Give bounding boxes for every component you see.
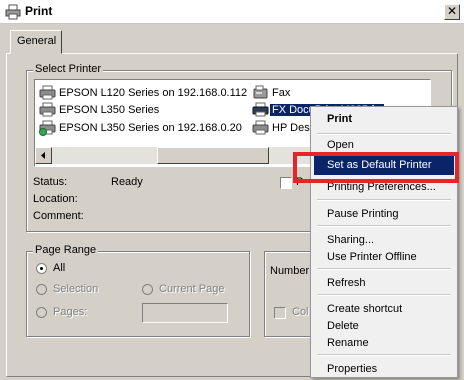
print-to-file-checkbox[interactable] — [280, 177, 292, 189]
current-page-radio[interactable] — [142, 284, 153, 295]
menu-item-create-shortcut[interactable]: Create shortcut — [327, 303, 402, 315]
pages-input[interactable] — [142, 303, 228, 323]
pages-label: Pages: — [53, 306, 88, 318]
title-bar: Print ✕ — [0, 0, 464, 24]
pages-radio[interactable] — [36, 307, 47, 318]
menu-item-refresh[interactable]: Refresh — [327, 277, 366, 289]
page-range-legend: Page Range — [33, 244, 99, 256]
printer-label: EPSON L350 Series — [59, 104, 160, 116]
status-value: Ready — [111, 176, 143, 188]
window-title: Print — [25, 4, 53, 18]
printer-context-menu: Print Open Set as Default Printer Printi… — [310, 106, 458, 378]
menu-item-open[interactable]: Open — [327, 139, 354, 151]
printer-icon — [5, 4, 21, 20]
menu-separator — [317, 294, 451, 296]
printer-icon — [39, 102, 56, 117]
printer-label: EPSON L350 Series on 192.168.0.20 — [59, 122, 242, 134]
menu-item-properties[interactable]: Properties — [327, 363, 377, 375]
close-icon: ✕ — [446, 4, 458, 18]
comment-label: Comment: — [33, 210, 84, 222]
printer-icon — [39, 85, 56, 100]
select-printer-legend: Select Printer — [33, 63, 104, 75]
close-button[interactable]: ✕ — [444, 4, 460, 20]
menu-separator — [317, 133, 451, 135]
menu-separator — [317, 354, 451, 356]
number-of-copies-label: Number — [270, 265, 310, 277]
printer-label: Fax — [272, 87, 291, 99]
menu-item-delete[interactable]: Delete — [327, 320, 359, 332]
scroll-thumb[interactable] — [157, 147, 269, 164]
tab-general-label: General — [17, 35, 57, 47]
selection-label: Selection — [53, 283, 99, 295]
scroll-left-button[interactable] — [35, 147, 52, 164]
all-label: All — [53, 262, 66, 274]
status-label: Status: — [33, 176, 68, 188]
highlight-annotation-box — [293, 152, 459, 183]
printer-label: HP Desk — [272, 122, 316, 134]
selection-radio[interactable] — [36, 284, 47, 295]
menu-separator — [317, 225, 451, 227]
menu-item-print[interactable]: Print — [327, 113, 352, 125]
tab-general[interactable]: General — [10, 30, 62, 54]
menu-item-pause-printing[interactable]: Pause Printing — [327, 208, 399, 220]
menu-item-sharing[interactable]: Sharing... — [327, 234, 374, 246]
collate-checkbox[interactable] — [274, 307, 286, 319]
printer-icon — [252, 120, 269, 135]
menu-separator — [317, 268, 451, 270]
all-radio[interactable] — [36, 263, 47, 274]
arrow-left-icon — [41, 152, 45, 159]
collate-label: Col — [292, 306, 309, 318]
printer-icon — [252, 102, 269, 117]
printer-label: EPSON L120 Series on 192.168.0.112 — [59, 87, 248, 99]
fax-icon — [253, 85, 268, 99]
menu-separator — [317, 199, 451, 201]
menu-item-rename[interactable]: Rename — [327, 337, 369, 349]
location-label: Location: — [33, 193, 78, 205]
menu-item-use-printer-offline[interactable]: Use Printer Offline — [327, 251, 417, 263]
current-page-label: Current Page — [159, 283, 225, 295]
network-printer-icon — [39, 120, 56, 136]
